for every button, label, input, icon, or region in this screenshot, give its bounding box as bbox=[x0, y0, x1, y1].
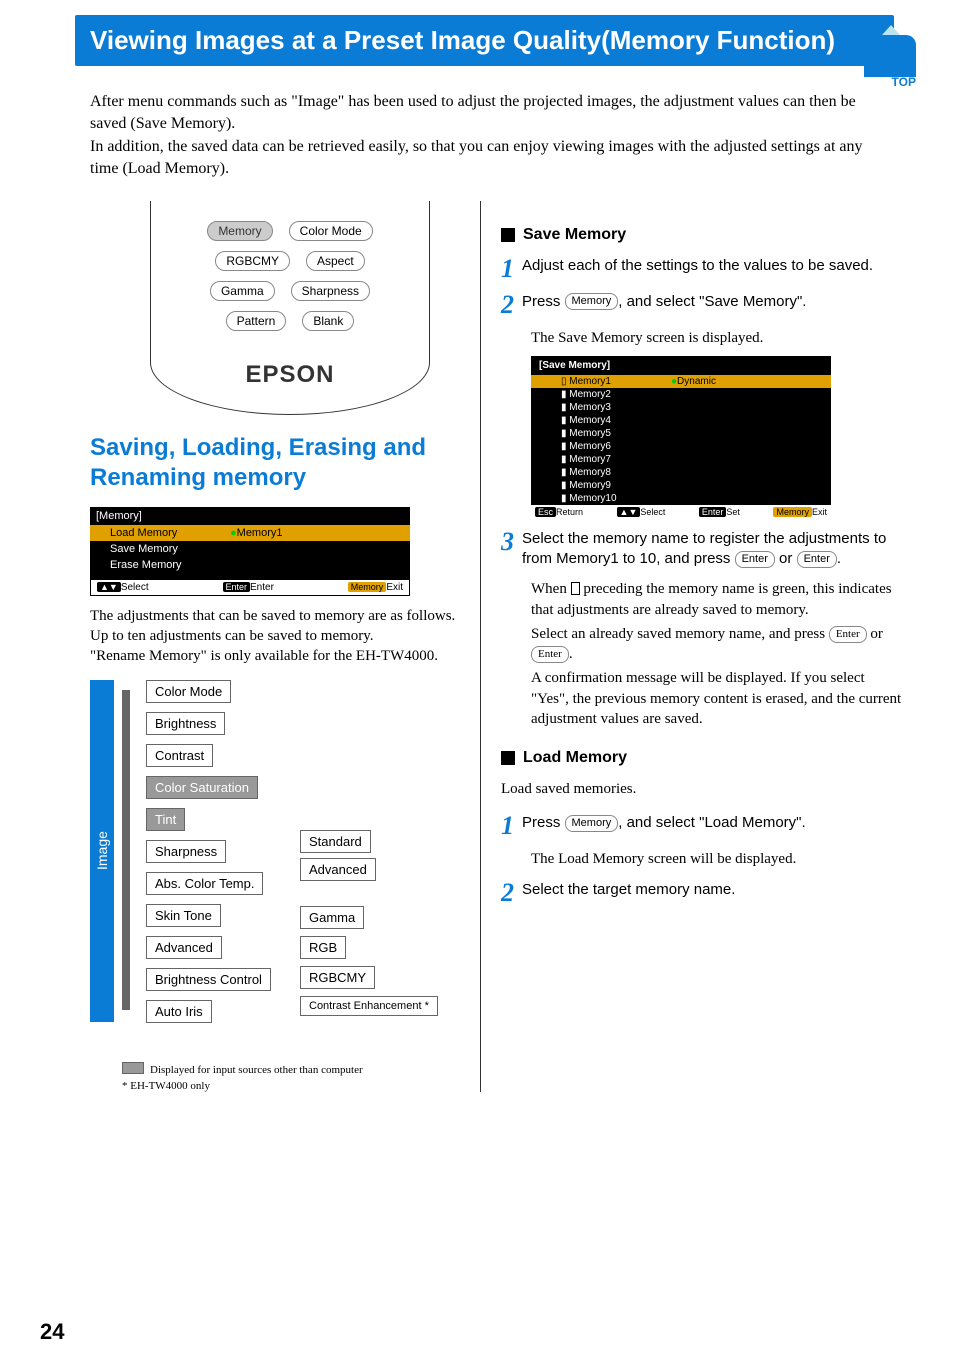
tree-root-label: Image bbox=[90, 680, 114, 1022]
bullet-icon bbox=[501, 751, 515, 765]
save-step-1: 1 Adjust each of the settings to the val… bbox=[501, 256, 904, 282]
tree-item: Contrast bbox=[146, 744, 213, 767]
save-step-3: 3 Select the memory name to register the… bbox=[501, 529, 904, 570]
left-paragraphs: The adjustments that can be saved to mem… bbox=[90, 606, 460, 667]
remote-gamma-button: Gamma bbox=[210, 281, 275, 301]
enter-button-inline: Enter bbox=[531, 646, 569, 663]
load-step-1: 1 Press Memory, and select "Load Memory"… bbox=[501, 813, 904, 839]
tree-item: Abs. Color Temp. bbox=[146, 872, 263, 895]
section-heading: Saving, Loading, Erasing and Renaming me… bbox=[90, 433, 460, 493]
epson-logo: EPSON bbox=[181, 361, 399, 389]
tree-item: Skin Tone bbox=[146, 904, 221, 927]
enter-button-inline: Enter bbox=[829, 626, 867, 643]
load-memory-heading: Load Memory bbox=[501, 749, 904, 767]
tree-sub-item: RGB bbox=[300, 936, 346, 959]
intro-p1: After menu commands such as "Image" has … bbox=[90, 91, 864, 136]
osd2-row: ▮ Memory7 bbox=[531, 453, 831, 466]
memory-button-inline: Memory bbox=[565, 815, 619, 832]
tree-item: Color Mode bbox=[146, 680, 231, 703]
remote-pattern-button: Pattern bbox=[226, 311, 287, 331]
tree-sub-item: Standard bbox=[300, 830, 371, 853]
tree-item: Brightness bbox=[146, 712, 225, 735]
save-step2-note: The Save Memory screen is displayed. bbox=[531, 328, 904, 348]
osd2-footer: EscReturn ▲▼Select EnterSet MemoryExit bbox=[531, 505, 831, 519]
remote-illustration: Memory Color Mode RGBCMY Aspect Gamma Sh… bbox=[150, 201, 430, 415]
save-step3-note3: A confirmation message will be displayed… bbox=[531, 668, 904, 729]
tree-item: Brightness Control bbox=[146, 968, 271, 991]
tree-item: Auto Iris bbox=[146, 1000, 212, 1023]
save-step-2: 2 Press Memory, and select "Save Memory"… bbox=[501, 292, 904, 318]
tree-sub-item: Advanced bbox=[300, 858, 376, 881]
top-label: TOP bbox=[864, 75, 916, 89]
enter-button-inline: Enter bbox=[797, 551, 837, 568]
bullet-icon bbox=[501, 228, 515, 242]
osd2-row: ▮ Memory6 bbox=[531, 440, 831, 453]
memory-button-inline: Memory bbox=[565, 293, 619, 310]
osd-row-load: Load Memory ●Memory1 bbox=[90, 525, 410, 541]
osd2-row: ▮ Memory3 bbox=[531, 401, 831, 414]
page-title-bar: Viewing Images at a Preset Image Quality… bbox=[75, 15, 894, 66]
tree-sub-item: RGBCMY bbox=[300, 966, 375, 989]
tree-sub-item: Gamma bbox=[300, 906, 364, 929]
grey-square-icon bbox=[122, 1062, 144, 1074]
page-title: Viewing Images at a Preset Image Quality… bbox=[90, 25, 835, 56]
tree-item: Color Saturation bbox=[146, 776, 258, 799]
remote-sharpness-button: Sharpness bbox=[291, 281, 370, 301]
osd2-row: ▯ Memory1●Dynamic bbox=[531, 375, 831, 388]
osd2-row: ▮ Memory2 bbox=[531, 388, 831, 401]
remote-colormode-button: Color Mode bbox=[289, 221, 373, 241]
load-step1-note: The Load Memory screen will be displayed… bbox=[531, 849, 904, 869]
remote-memory-button: Memory bbox=[207, 221, 272, 241]
save-step3-note1: When preceding the memory name is green,… bbox=[531, 579, 904, 620]
tree-item: Tint bbox=[146, 808, 185, 831]
osd-row-erase: Erase Memory bbox=[90, 557, 410, 573]
osd-save-memory: [Save Memory] ▯ Memory1●Dynamic ▮ Memory… bbox=[531, 356, 831, 519]
enter-button-inline: Enter bbox=[735, 551, 775, 568]
osd-row-save: Save Memory bbox=[90, 541, 410, 557]
top-nav-icon[interactable]: TOP bbox=[864, 35, 916, 91]
load-intro: Load saved memories. bbox=[501, 779, 904, 799]
footnote-2: * EH-TW4000 only bbox=[122, 1080, 460, 1092]
tree-item: Sharpness bbox=[146, 840, 226, 863]
tree-sub-item: Contrast Enhancement * bbox=[300, 996, 438, 1016]
load-step-2: 2 Select the target memory name. bbox=[501, 880, 904, 906]
osd2-row: ▮ Memory10 bbox=[531, 492, 831, 505]
footnote-1: Displayed for input sources other than c… bbox=[122, 1060, 460, 1076]
osd2-row: ▮ Memory5 bbox=[531, 427, 831, 440]
osd-title: [Memory] bbox=[90, 507, 410, 525]
remote-aspect-button: Aspect bbox=[306, 251, 365, 271]
osd-memory-menu: [Memory] Load Memory ●Memory1 Save Memor… bbox=[90, 507, 410, 596]
osd2-row: ▮ Memory4 bbox=[531, 414, 831, 427]
save-memory-heading: Save Memory bbox=[501, 226, 904, 244]
remote-blank-button: Blank bbox=[302, 311, 354, 331]
cursor-icon bbox=[571, 582, 580, 595]
osd-footer: ▲▼Select EnterEnter MemoryExit bbox=[90, 579, 410, 596]
osd2-row: ▮ Memory9 bbox=[531, 479, 831, 492]
intro-p2: In addition, the saved data can be retri… bbox=[90, 136, 864, 181]
home-icon bbox=[864, 35, 916, 77]
osd2-row: ▮ Memory8 bbox=[531, 466, 831, 479]
tree-item: Advanced bbox=[146, 936, 222, 959]
save-step3-note2: Select an already saved memory name, and… bbox=[531, 624, 904, 665]
intro-block: After menu commands such as "Image" has … bbox=[90, 91, 864, 181]
remote-rgbcmy-button: RGBCMY bbox=[215, 251, 290, 271]
page-number: 24 bbox=[40, 1319, 64, 1345]
image-tree-diagram: Image Color Mode Brightness Contrast Col… bbox=[90, 680, 460, 1060]
